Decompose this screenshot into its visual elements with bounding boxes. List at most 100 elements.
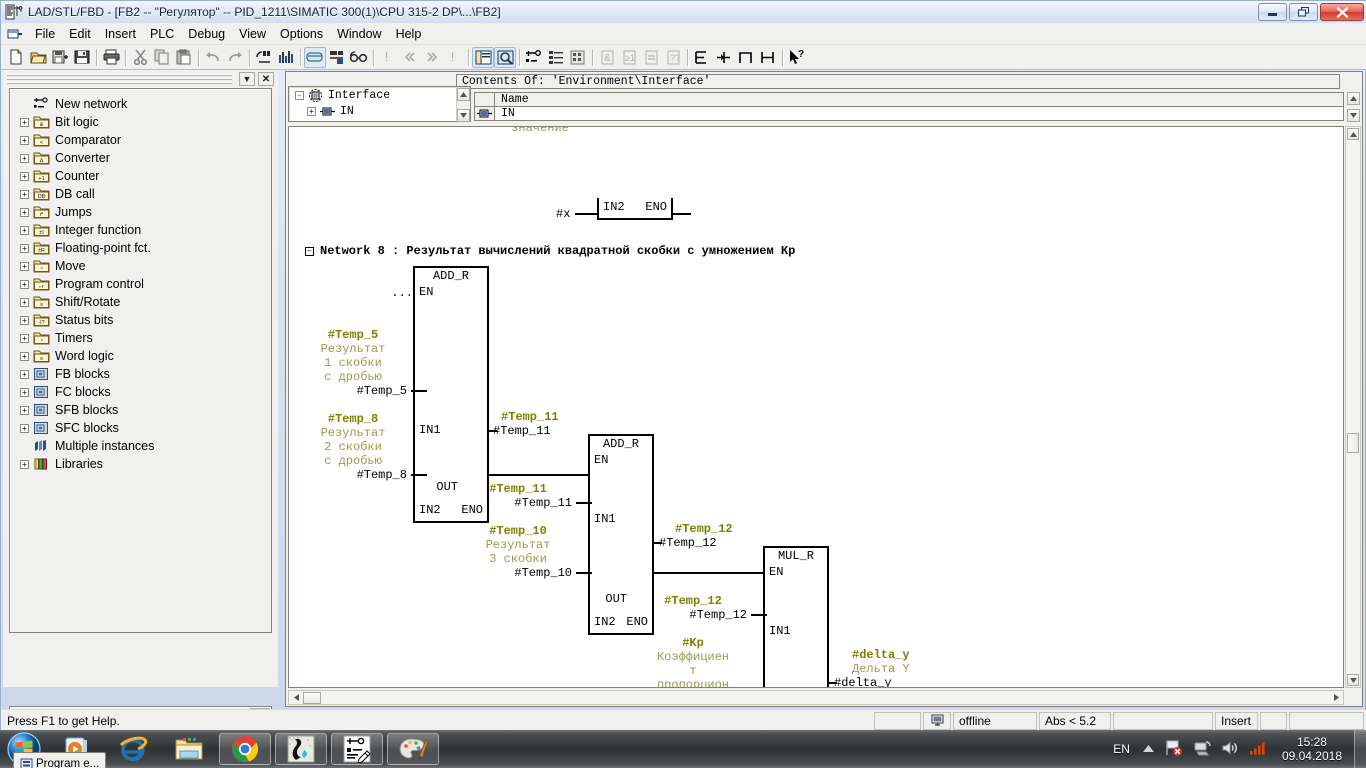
block1-in1-operand[interactable]: #Temp_5 xyxy=(299,384,407,398)
expander-expand[interactable]: + xyxy=(20,135,29,145)
branch-up-icon[interactable] xyxy=(735,47,757,68)
undo-icon[interactable] xyxy=(202,47,224,68)
copy-icon[interactable] xyxy=(151,47,173,68)
table-row[interactable]: IN xyxy=(474,107,1344,121)
system-tray[interactable]: EN 15:28 09.04.2018 xyxy=(1106,730,1366,768)
program-elements-tree[interactable]: New network + & Bit logic + < Comparator + ∆ Conv… xyxy=(9,88,272,633)
paste-icon[interactable] xyxy=(173,47,195,68)
windows-explorer-icon[interactable] xyxy=(163,733,215,765)
tree-item-comparator[interactable]: + < Comparator xyxy=(10,131,271,149)
goto-prev-error-icon[interactable] xyxy=(399,47,421,68)
expander-expand[interactable]: + xyxy=(20,279,29,289)
expander-expand[interactable]: + xyxy=(20,153,29,163)
expander-expand[interactable]: + xyxy=(20,387,29,397)
expander-expand[interactable]: + xyxy=(20,405,29,415)
scroll-up-arrow[interactable] xyxy=(457,88,470,101)
block-mul-r-1[interactable]: MUL_R EN IN1 IN2 OUT ENO xyxy=(763,546,829,687)
canvas-horizontal-scroll-thumb[interactable] xyxy=(303,691,321,704)
scroll-up-arrow[interactable] xyxy=(1347,128,1359,140)
scroll-down-arrow[interactable] xyxy=(1347,674,1359,686)
empty-box-icon[interactable]: ?? xyxy=(662,47,684,68)
tree-item-sfb-blocks[interactable]: + SFB blocks xyxy=(10,401,271,419)
tree-item-status-bits[interactable]: + -I? Status bits xyxy=(10,311,271,329)
mdi-system-menu-icon[interactable] xyxy=(7,27,23,41)
interface-tree-scrollbar[interactable] xyxy=(456,88,470,122)
expander-expand[interactable]: + xyxy=(20,225,29,235)
cut-icon[interactable] xyxy=(129,47,151,68)
simatic-manager-icon[interactable] xyxy=(275,733,327,765)
branch-close-icon[interactable] xyxy=(757,47,779,68)
new-icon[interactable] xyxy=(5,47,27,68)
show-overviews-icon[interactable] xyxy=(472,46,494,68)
tree-item-floating-point-fct[interactable]: + ±R Floating-point fct. xyxy=(10,239,271,257)
scroll-left-arrow[interactable] xyxy=(289,691,303,704)
and-box-icon[interactable]: & xyxy=(596,47,618,68)
expander-expand[interactable]: + xyxy=(20,117,29,127)
taskbar[interactable]: EN 15:28 09.04.2018 xyxy=(0,730,1366,768)
goto-first-error-icon[interactable]: ! xyxy=(377,47,399,68)
call-structure-icon[interactable] xyxy=(567,47,589,68)
expander-expand[interactable]: + xyxy=(307,106,316,116)
expander-expand[interactable]: + xyxy=(20,315,29,325)
window-controls[interactable] xyxy=(1258,3,1364,21)
monitor-modify-icon[interactable] xyxy=(326,47,348,68)
tree-item-db-call[interactable]: + DB DB call xyxy=(10,185,271,203)
tree-item-jumps[interactable]: + ↱ Jumps xyxy=(10,203,271,221)
tree-item-bit-logic[interactable]: + & Bit logic xyxy=(10,113,271,131)
show-desktop-button[interactable] xyxy=(1354,730,1366,768)
block2-in2-operand[interactable]: #Temp_10 xyxy=(464,566,572,580)
interface-contents-grid[interactable]: Name IN xyxy=(474,92,1344,122)
restore-button[interactable] xyxy=(1289,3,1318,21)
internet-explorer-icon[interactable] xyxy=(107,733,159,765)
goto-last-error-icon[interactable]: ! xyxy=(443,47,465,68)
tree-item-multiple-instances[interactable]: Multiple instances xyxy=(10,437,271,455)
download-icon[interactable] xyxy=(253,47,275,68)
tree-item-counter[interactable]: + +1 Counter xyxy=(10,167,271,185)
print-icon[interactable] xyxy=(100,47,122,68)
block1-en-operand[interactable]: ... xyxy=(373,286,413,300)
whats-this-help-icon[interactable]: ? xyxy=(786,47,808,68)
tree-item-new-network[interactable]: New network xyxy=(10,95,271,113)
expander-expand[interactable]: + xyxy=(20,459,29,469)
tree-item-shift-rotate[interactable]: + ≡ Shift/Rotate xyxy=(10,293,271,311)
scroll-down-arrow[interactable] xyxy=(457,109,470,122)
clock[interactable]: 15:28 09.04.2018 xyxy=(1282,735,1342,763)
paint-icon[interactable] xyxy=(387,733,439,765)
panel-close-button[interactable]: ✕ xyxy=(258,72,274,86)
minimize-button[interactable] xyxy=(1258,3,1287,21)
tree-item-libraries[interactable]: + Libraries xyxy=(10,455,271,473)
language-indicator[interactable]: EN xyxy=(1113,742,1130,756)
panel-dropdown-button[interactable]: ▼ xyxy=(239,72,255,86)
toolbar[interactable]: ! ! & ≥1 ?? ? xyxy=(1,45,1366,70)
tree-item-timers[interactable]: + ◔ Timers xyxy=(10,329,271,347)
menu-insert[interactable]: Insert xyxy=(98,25,143,43)
or-box-icon[interactable]: ≥1 xyxy=(618,47,640,68)
expander-expand[interactable]: + xyxy=(20,423,29,433)
program-elements-icon[interactable] xyxy=(545,47,567,68)
assign-icon[interactable] xyxy=(640,47,662,68)
expander-expand[interactable]: + xyxy=(20,351,29,361)
tree-item-fc-blocks[interactable]: + FC blocks xyxy=(10,383,271,401)
menu-help[interactable]: Help xyxy=(389,25,429,43)
goto-next-error-icon[interactable] xyxy=(421,47,443,68)
collapse-network-8-icon[interactable]: – xyxy=(305,247,314,256)
expander-expand[interactable]: + xyxy=(20,333,29,343)
network-8-title[interactable]: – Network 8 : Результат вычислений квадра… xyxy=(305,244,795,258)
action-center-flag-icon[interactable] xyxy=(1165,739,1183,760)
menu-view[interactable]: View xyxy=(232,25,273,43)
expander-expand[interactable]: + xyxy=(20,243,29,253)
monitor-icon[interactable] xyxy=(304,46,326,68)
menu-window[interactable]: Window xyxy=(330,25,388,43)
net7-operand-x[interactable]: #x xyxy=(556,207,570,221)
menu-options[interactable]: Options xyxy=(273,25,330,43)
block3-out-operand[interactable]: #delta_y xyxy=(834,676,892,687)
glasses-icon[interactable] xyxy=(348,47,370,68)
upload-icon[interactable] xyxy=(275,47,297,68)
expander-collapse[interactable]: - xyxy=(295,90,304,100)
block1-out-operand[interactable]: #Temp_11 xyxy=(493,424,551,438)
block2-out-operand[interactable]: #Temp_12 xyxy=(659,536,717,550)
tree-item-program-control[interactable]: + ⌐r Program control xyxy=(10,275,271,293)
save-icon[interactable] xyxy=(71,47,93,68)
tree-item-fb-blocks[interactable]: + FB blocks xyxy=(10,365,271,383)
volume-icon[interactable] xyxy=(1221,740,1239,759)
